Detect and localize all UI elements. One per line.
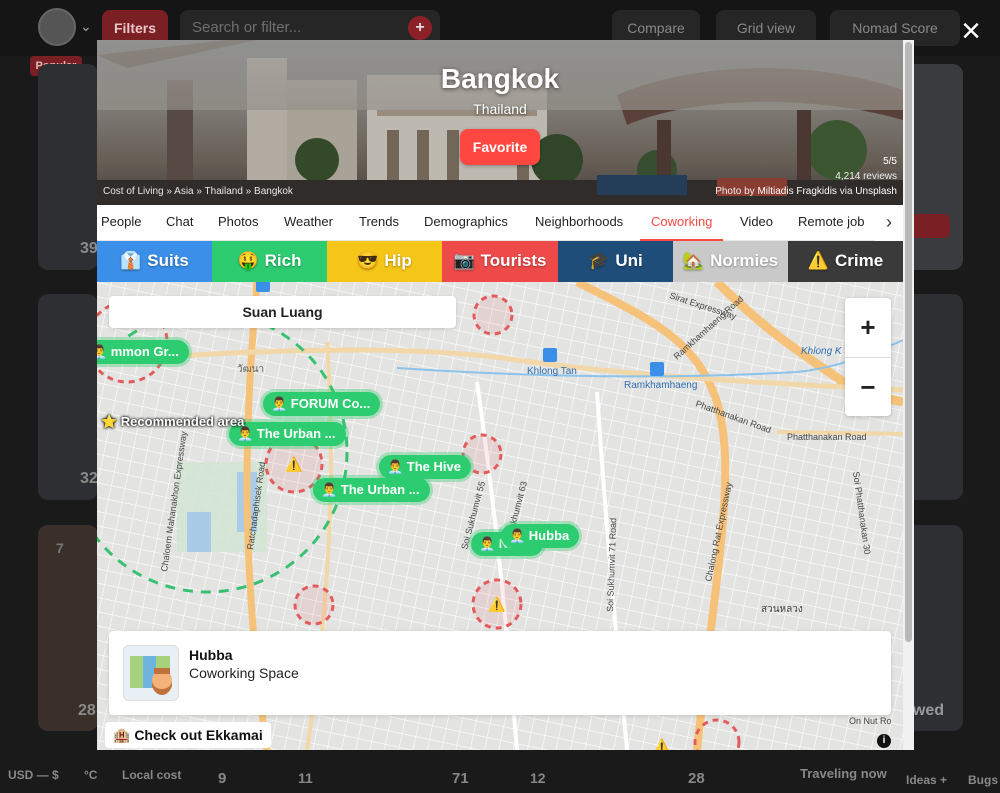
card-rank: 11 [298,770,313,786]
zoom-controls: + − [845,298,891,416]
place-avatar [123,645,179,701]
card-rank: 12 [530,770,546,786]
coworking-pin[interactable]: 👨‍💼 The Hive [379,455,471,479]
map-label: On Nut Ro [849,716,892,726]
modal-tabs: People Chat Photos Weather Trends Demogr… [97,205,903,241]
photo-credit-via: via [839,186,853,197]
filter-normies[interactable]: 🏡 Normies [673,241,788,282]
card-stat: 39 [80,240,98,257]
local-cost-toggle[interactable]: Local cost [122,768,181,782]
house-icon: 🏡 [682,251,705,270]
filter-hip[interactable]: 😎 Hip [327,241,442,282]
coworking-pin[interactable]: 👨‍💼 The Urban ... [313,478,430,502]
tab-neighborhoods[interactable]: Neighborhoods [535,205,623,241]
card-stat: 9 [218,770,227,787]
warning-icon[interactable]: ⚠️ [488,596,506,612]
sunglasses-icon: 😎 [357,251,379,270]
map-label: Khlong Tan [527,366,577,377]
reviews-count[interactable]: 4,214 reviews [835,171,897,182]
filter-uni[interactable]: 🎓 Uni [558,241,673,282]
map-label: Khlong K [801,346,843,357]
tab-photos[interactable]: Photos [218,205,258,241]
coworking-map[interactable]: Khlong Tan Ramkhamhaeng Khlong K Sirat E… [97,282,903,750]
warning-icon[interactable]: ⚠️ [285,456,303,472]
country-name: Thailand [473,101,527,117]
map-label: Ramkhamhaeng [624,380,697,391]
tab-chat[interactable]: Chat [166,205,193,241]
map-label: Phatthanakan Road [787,432,867,442]
tab-video[interactable]: Video [740,205,773,241]
ideas-button[interactable]: Ideas + [906,773,947,787]
tab-people[interactable]: People [101,205,141,241]
tab-coworking[interactable]: Coworking [640,205,724,241]
card-stat: 32 [80,470,98,487]
place-type: Coworking Space [189,665,299,681]
filter-tourists[interactable]: 📷 Tourists [442,241,558,282]
user-avatar[interactable] [38,8,76,46]
zoom-out-button[interactable]: − [845,357,891,416]
filter-crime[interactable]: ⚠️ Crime [788,241,903,282]
info-icon[interactable]: i [877,734,891,748]
photo-source-link[interactable]: Unsplash [855,186,897,197]
tabs-next-icon[interactable]: › [875,205,903,241]
place-name: Hubba [189,647,233,663]
suit-icon: 👔 [120,251,142,270]
rating: 5/5 [883,156,897,167]
close-icon[interactable]: × [956,14,986,48]
warning-icon[interactable]: ⚠️ [653,738,671,750]
money-face-icon: 🤑 [237,251,259,270]
city-name: Bangkok [440,63,560,94]
area-name-label: Suan Luang [109,296,456,328]
photo-credit-prefix: Photo by [715,186,755,197]
graduation-cap-icon: 🎓 [588,251,610,270]
city-card[interactable] [38,525,98,731]
modal-scroll-thumb[interactable] [905,42,912,642]
coworking-pin[interactable]: 👨‍💼 Hubba [501,524,580,548]
bugs-button[interactable]: Bugs [968,773,998,787]
camera-icon: 📷 [453,251,475,270]
filter-rich[interactable]: 🤑 Rich [212,241,327,282]
temperature-unit-select[interactable]: °C [84,768,97,782]
tab-weather[interactable]: Weather [284,205,333,241]
chevron-down-icon[interactable]: ⌄ [80,18,92,35]
zoom-in-button[interactable]: + [845,298,891,357]
filter-suits[interactable]: 👔 Suits [97,241,212,282]
map-label: สวนหลวง [761,604,803,615]
city-hero-photo: Bangkok Thailand Favorite Cost of Living… [97,40,903,205]
photo-credit: Photo by Miltiadis Fragkidis via Unsplas… [715,186,897,197]
coworking-pin[interactable]: 👨‍💼 FORUM Co... [263,392,381,416]
card-stat: 71 [452,770,469,787]
currency-select[interactable]: USD — $ [8,768,59,782]
recommended-area-label: ⭐ Recommended area [101,414,245,429]
map-label: วัฒนา [237,364,264,375]
coworking-pin[interactable]: 👨‍💼 The Urban ... [229,422,346,446]
photographer-link[interactable]: Miltiadis Fragkidis [757,186,836,197]
tab-demographics[interactable]: Demographics [424,205,508,241]
traveling-now-button[interactable]: Traveling now [800,766,887,781]
map-filter-chips: 👔 Suits 🤑 Rich 😎 Hip 📷 Tourists 🎓 Uni 🏡 Normie… [97,241,903,282]
add-filter-icon[interactable]: + [408,16,432,40]
coworking-pin[interactable]: 👨‍💼 mmon Gr... [97,340,189,364]
tab-trends[interactable]: Trends [359,205,399,241]
breadcrumb[interactable]: Cost of Living » Asia » Thailand » Bangk… [103,186,293,197]
card-rank: 7 [56,540,64,556]
tab-remote-job[interactable]: Remote job [798,205,864,241]
favorite-button[interactable]: Favorite [460,129,540,165]
card-stat: 28 [688,770,705,787]
map-man-icon [130,656,172,695]
card-stat: 28 [78,702,96,719]
warning-icon: ⚠️ [807,251,829,270]
city-modal: Bangkok Thailand Favorite Cost of Living… [97,40,903,750]
selected-place-card[interactable]: Hubba Coworking Space [109,631,891,715]
ekkamai-link[interactable]: 🏨 Check out Ekkamai [105,722,271,748]
